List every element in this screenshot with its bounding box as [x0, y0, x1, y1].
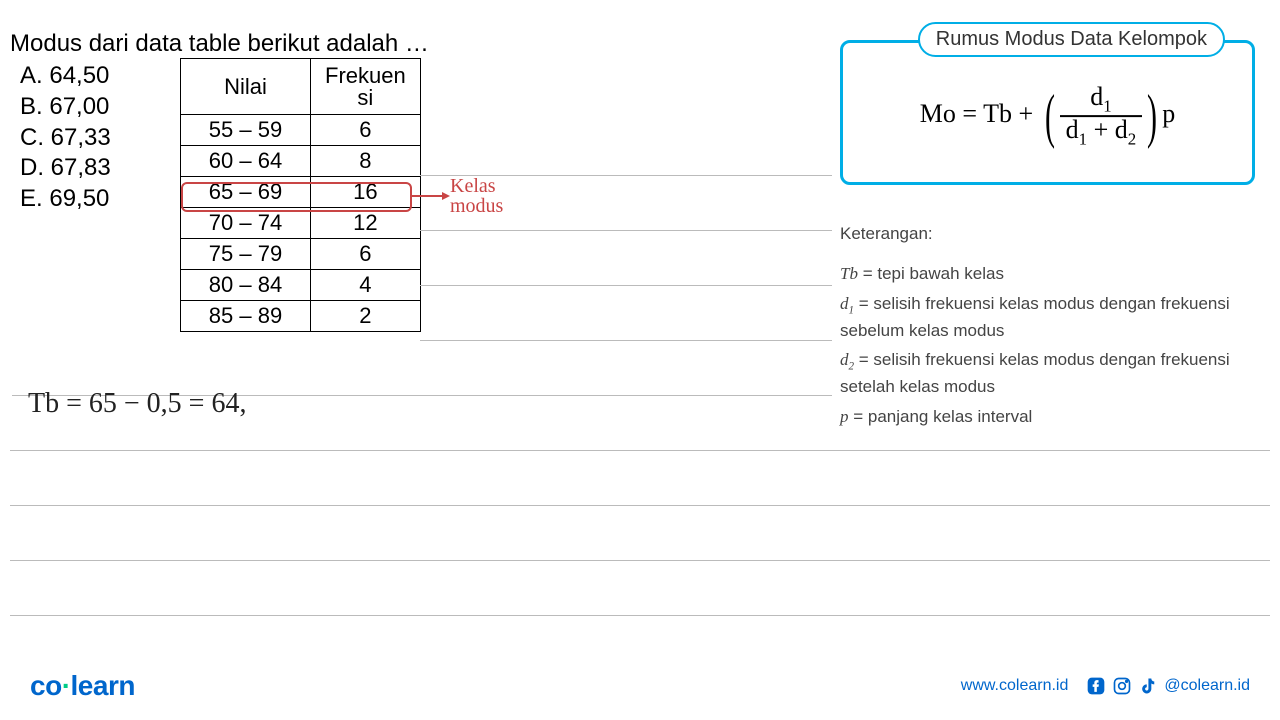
answer-options: A. 64,50 B. 67,00 C. 67,33 D. 67,83 E. 6… [20, 62, 111, 216]
website-url: www.colearn.id [961, 677, 1069, 695]
answer-a: A. 64,50 [20, 62, 111, 91]
social-handle: @colearn.id [1164, 677, 1250, 695]
ruled-line [10, 505, 1270, 506]
col-header-nilai: Nilai [181, 59, 311, 115]
formula-box: Mo = Tb + ( d1 d1 + d2 )p [840, 40, 1255, 185]
table-row: 65 – 6916 [181, 177, 421, 208]
handwritten-work: Tb = 65 − 0,5 = 64, [28, 388, 246, 420]
answer-c: C. 67,33 [20, 124, 111, 153]
modal-arrow-icon [412, 195, 448, 197]
table-row: 80 – 844 [181, 270, 421, 301]
ruled-line [420, 175, 832, 176]
facebook-icon [1086, 676, 1106, 696]
formula-equation: Mo = Tb + ( d1 d1 + d2 )p [843, 84, 1252, 148]
table-row: 55 – 596 [181, 115, 421, 146]
colearn-logo: co·learn [30, 670, 135, 702]
keterangan-tb: Tb = tepi bawah kelas [840, 262, 1255, 286]
social-links: @colearn.id [1086, 676, 1250, 696]
logo-dot-icon: · [62, 670, 71, 701]
table-row: 85 – 892 [181, 301, 421, 332]
frequency-table: Nilai Frekuensi 55 – 596 60 – 648 65 – 6… [180, 58, 421, 332]
ruled-line [10, 560, 1270, 561]
ruled-line [420, 285, 832, 286]
ruled-line [420, 340, 832, 341]
table-row: 75 – 796 [181, 239, 421, 270]
footer-right: www.colearn.id @colearn.id [961, 676, 1250, 696]
table-row: 60 – 648 [181, 146, 421, 177]
answer-e: E. 69,50 [20, 185, 111, 214]
table-row: 70 – 7412 [181, 208, 421, 239]
keterangan-p: p = panjang kelas interval [840, 405, 1255, 429]
ruled-line [10, 615, 1270, 616]
answer-b: B. 67,00 [20, 93, 111, 122]
instagram-icon [1112, 676, 1132, 696]
tiktok-icon [1138, 676, 1158, 696]
keterangan-title: Keterangan: [840, 224, 1255, 244]
modal-class-label: Kelasmodus [450, 176, 503, 216]
col-header-frekuensi: Frekuensi [311, 59, 421, 115]
keterangan-block: Keterangan: Tb = tepi bawah kelas d1 = s… [840, 224, 1255, 435]
formula-title: Rumus Modus Data Kelompok [918, 22, 1225, 57]
keterangan-d2: d2 = selisih frekuensi kelas modus denga… [840, 348, 1255, 399]
ruled-line [420, 230, 832, 231]
keterangan-d1: d1 = selisih frekuensi kelas modus denga… [840, 292, 1255, 343]
footer: co·learn www.colearn.id @colearn.id [0, 670, 1280, 702]
question-text: Modus dari data table berikut adalah … [10, 30, 429, 58]
answer-d: D. 67,83 [20, 154, 111, 183]
ruled-line [10, 450, 1270, 451]
